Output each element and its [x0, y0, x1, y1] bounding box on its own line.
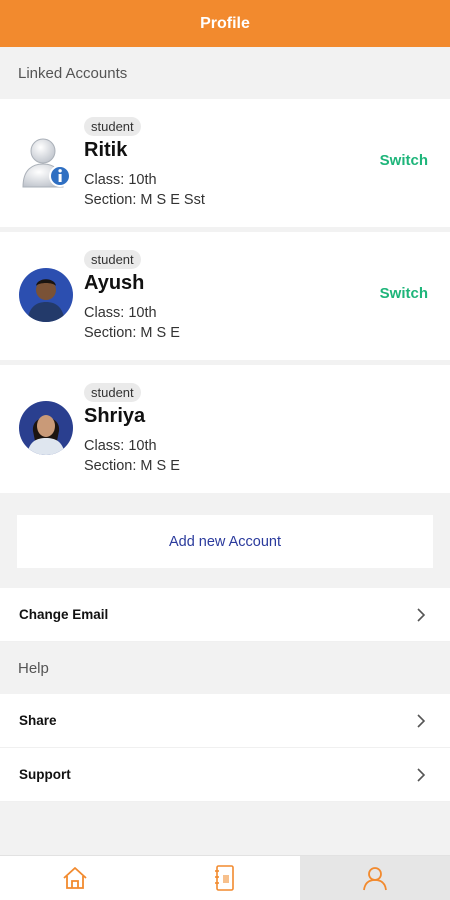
help-label: Help — [18, 659, 49, 677]
page-title: Profile — [200, 14, 250, 32]
chevron-right-icon — [417, 767, 426, 782]
account-section: Section: M S E — [84, 325, 180, 341]
avatar — [19, 268, 73, 322]
tab-notebook[interactable] — [150, 856, 300, 900]
share-label: Share — [19, 713, 57, 728]
switch-button[interactable]: Switch — [380, 285, 428, 302]
avatar — [19, 401, 73, 455]
add-account-wrapper: Add new Account — [0, 493, 450, 588]
tab-home[interactable] — [0, 856, 150, 900]
account-card: student Ritik Class: 10th Section: M S E… — [0, 99, 450, 227]
chevron-right-icon — [417, 607, 426, 622]
switch-button[interactable]: Switch — [380, 152, 428, 169]
role-badge: student — [84, 250, 141, 269]
change-email-row[interactable]: Change Email — [0, 588, 450, 642]
support-label: Support — [19, 767, 71, 782]
add-account-button[interactable]: Add new Account — [17, 515, 433, 568]
profile-icon — [363, 867, 387, 891]
account-name: Shriya — [84, 405, 146, 427]
account-name: Ayush — [84, 272, 145, 294]
bottom-tab-bar — [0, 855, 450, 900]
home-icon — [63, 867, 87, 889]
role-badge: student — [84, 383, 141, 402]
account-class: Class: 10th — [84, 305, 157, 321]
tab-profile[interactable] — [300, 856, 450, 900]
account-card: student Shriya Class: 10th Section: M S … — [0, 365, 450, 493]
linked-accounts-label: Linked Accounts — [18, 64, 128, 82]
change-email-label: Change Email — [19, 607, 109, 622]
share-row[interactable]: Share — [0, 694, 450, 748]
role-badge: student — [84, 117, 141, 136]
app-header: Profile — [0, 0, 450, 47]
notebook-icon — [215, 865, 234, 891]
account-section: Section: M S E Sst — [84, 192, 205, 208]
support-row[interactable]: Support — [0, 748, 450, 802]
account-class: Class: 10th — [84, 438, 157, 454]
account-name: Ritik — [84, 139, 128, 161]
account-class: Class: 10th — [84, 172, 157, 188]
account-card: student Ayush Class: 10th Section: M S E… — [0, 232, 450, 360]
default-user-icon — [19, 135, 73, 189]
account-section: Section: M S E — [84, 458, 180, 474]
chevron-right-icon — [417, 713, 426, 728]
